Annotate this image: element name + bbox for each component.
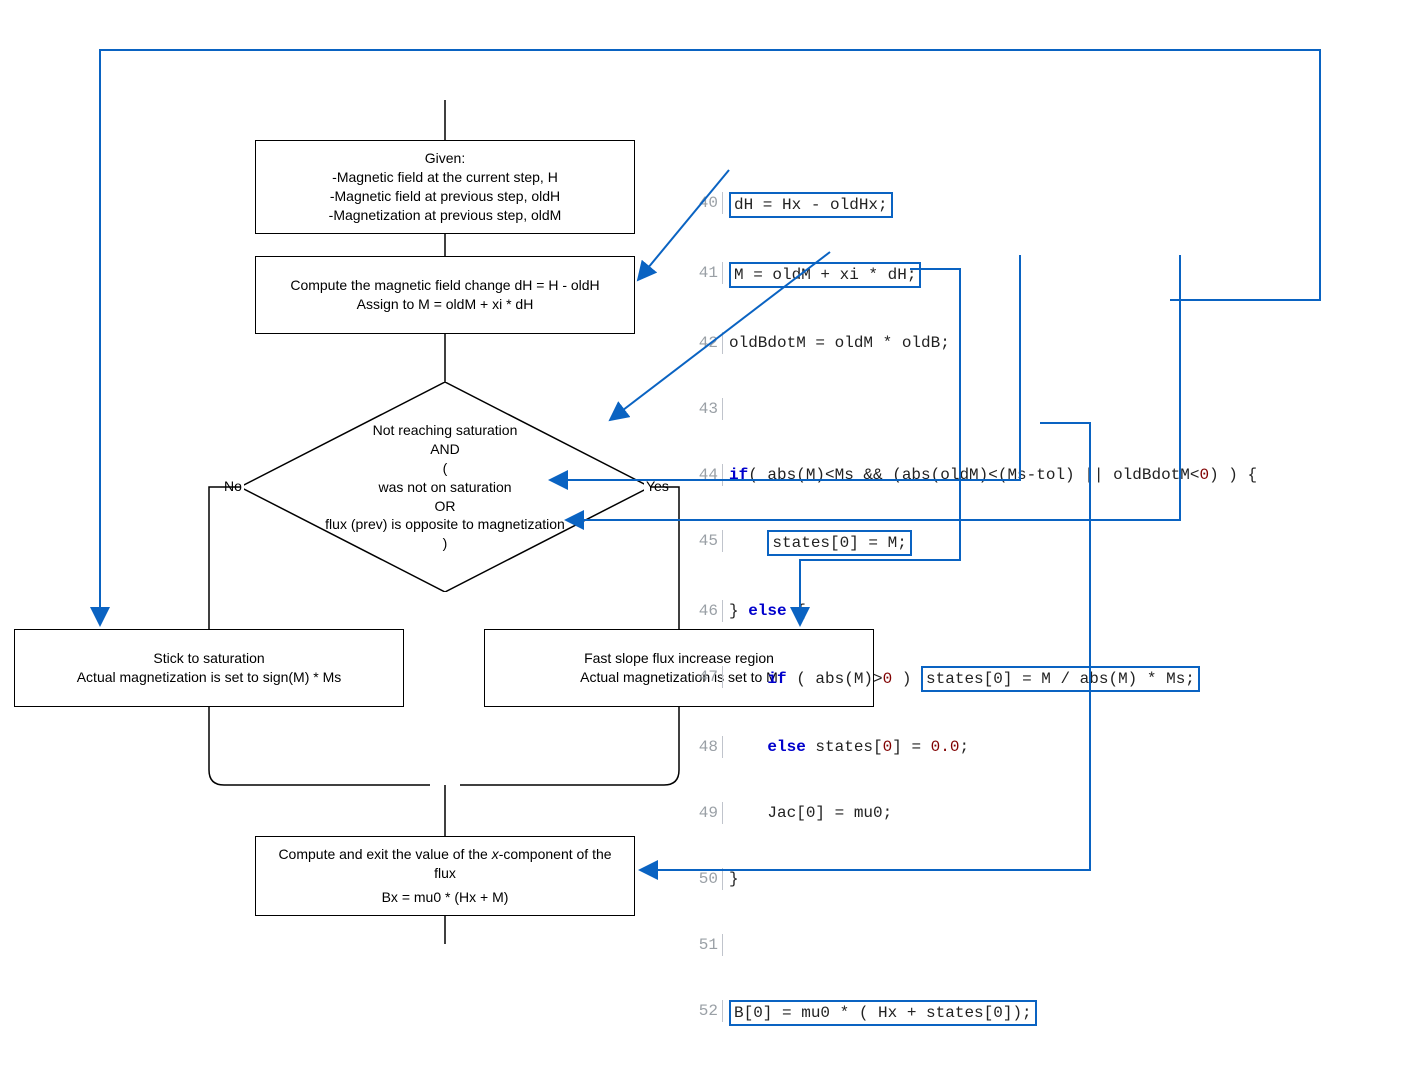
line-number: 47 — [690, 666, 723, 688]
code-text: } — [729, 868, 739, 890]
no-l1: Stick to saturation — [153, 649, 264, 668]
line-number: 48 — [690, 736, 723, 758]
yes-label: Yes — [644, 478, 671, 494]
dec-l3: ( — [261, 459, 630, 478]
code-line-52: 52 B[0] = mu0 * ( Hx + states[0]); — [690, 1000, 1257, 1026]
dec-l4: was not on saturation — [261, 478, 630, 497]
line-number: 51 — [690, 934, 723, 956]
line-number: 40 — [690, 192, 723, 214]
boxed-code-41: M = oldM + xi * dH; — [729, 262, 921, 288]
code-line-45: 45 states[0] = M; — [690, 530, 1257, 556]
compute-l1: Compute the magnetic field change dH = H… — [290, 276, 599, 295]
code-line-50: 50 } — [690, 868, 1257, 890]
line-number: 45 — [690, 530, 723, 552]
code-text — [729, 398, 739, 420]
boxed-code-52: B[0] = mu0 * ( Hx + states[0]); — [729, 1000, 1037, 1026]
code-line-51: 51 — [690, 934, 1257, 956]
exit-l1b: x — [492, 846, 499, 862]
code-text: if ( abs(M)>0 ) states[0] = M / abs(M) *… — [729, 666, 1200, 692]
given-box: Given: -Magnetic field at the current st… — [255, 140, 635, 234]
dec-l1: Not reaching saturation — [261, 421, 630, 440]
no-l2: Actual magnetization is set to sign(M) *… — [77, 668, 342, 687]
given-title: Given: — [425, 149, 465, 168]
line-number: 44 — [690, 464, 723, 486]
line-number: 52 — [690, 1000, 723, 1022]
diagram-canvas: Given: -Magnetic field at the current st… — [0, 0, 1422, 944]
dec-l7: ) — [261, 534, 630, 553]
line-number: 50 — [690, 868, 723, 890]
boxed-code-47: states[0] = M / abs(M) * Ms; — [921, 666, 1200, 692]
code-line-42: 42 oldBdotM = oldM * oldB; — [690, 332, 1257, 354]
code-text — [729, 934, 739, 956]
line-number: 42 — [690, 332, 723, 354]
no-branch-box: Stick to saturation Actual magnetization… — [14, 629, 404, 707]
code-text: if( abs(M)<Ms && (abs(oldM)<(Ms-tol) || … — [729, 464, 1257, 486]
code-block: 40 dH = Hx - oldHx; 41 M = oldM + xi * d… — [690, 148, 1257, 1070]
compute-box: Compute the magnetic field change dH = H… — [255, 256, 635, 334]
code-line-43: 43 — [690, 398, 1257, 420]
dec-l5: OR — [261, 496, 630, 515]
decision-diamond: Not reaching saturation AND ( was not on… — [240, 382, 650, 592]
code-line-41: 41 M = oldM + xi * dH; — [690, 262, 1257, 288]
code-text: Jac[0] = mu0; — [729, 802, 892, 824]
no-label: No — [222, 478, 244, 494]
boxed-code-45: states[0] = M; — [767, 530, 911, 556]
exit-l1a: Compute and exit the value of the — [278, 846, 491, 862]
code-text: oldBdotM = oldM * oldB; — [729, 332, 950, 354]
code-text: else states[0] = 0.0; — [729, 736, 969, 758]
dec-l2: AND — [261, 440, 630, 459]
code-line-46: 46 } else { — [690, 600, 1257, 622]
decision-text: Not reaching saturation AND ( was not on… — [261, 421, 630, 553]
exit-l1: Compute and exit the value of the x-comp… — [266, 845, 624, 883]
line-number: 46 — [690, 600, 723, 622]
given-l1: -Magnetic field at the current step, H — [332, 168, 558, 187]
code-line-47: 47 if ( abs(M)>0 ) states[0] = M / abs(M… — [690, 666, 1257, 692]
compute-l2: Assign to M = oldM + xi * dH — [357, 295, 534, 314]
code-line-40: 40 dH = Hx - oldHx; — [690, 192, 1257, 218]
code-text: } else { — [729, 600, 806, 622]
dec-l6: flux (prev) is opposite to magnetization — [261, 515, 630, 534]
given-l2: -Magnetic field at previous step, oldH — [330, 187, 560, 206]
given-l3: -Magnetization at previous step, oldM — [329, 206, 562, 225]
line-number: 49 — [690, 802, 723, 824]
code-line-44: 44 if( abs(M)<Ms && (abs(oldM)<(Ms-tol) … — [690, 464, 1257, 486]
line-number: 41 — [690, 262, 723, 284]
code-line-49: 49 Jac[0] = mu0; — [690, 802, 1257, 824]
line-number: 43 — [690, 398, 723, 420]
code-line-48: 48 else states[0] = 0.0; — [690, 736, 1257, 758]
exit-box: Compute and exit the value of the x-comp… — [255, 836, 635, 916]
boxed-code-40: dH = Hx - oldHx; — [729, 192, 893, 218]
exit-l2: Bx = mu0 * (Hx + M) — [382, 888, 509, 907]
